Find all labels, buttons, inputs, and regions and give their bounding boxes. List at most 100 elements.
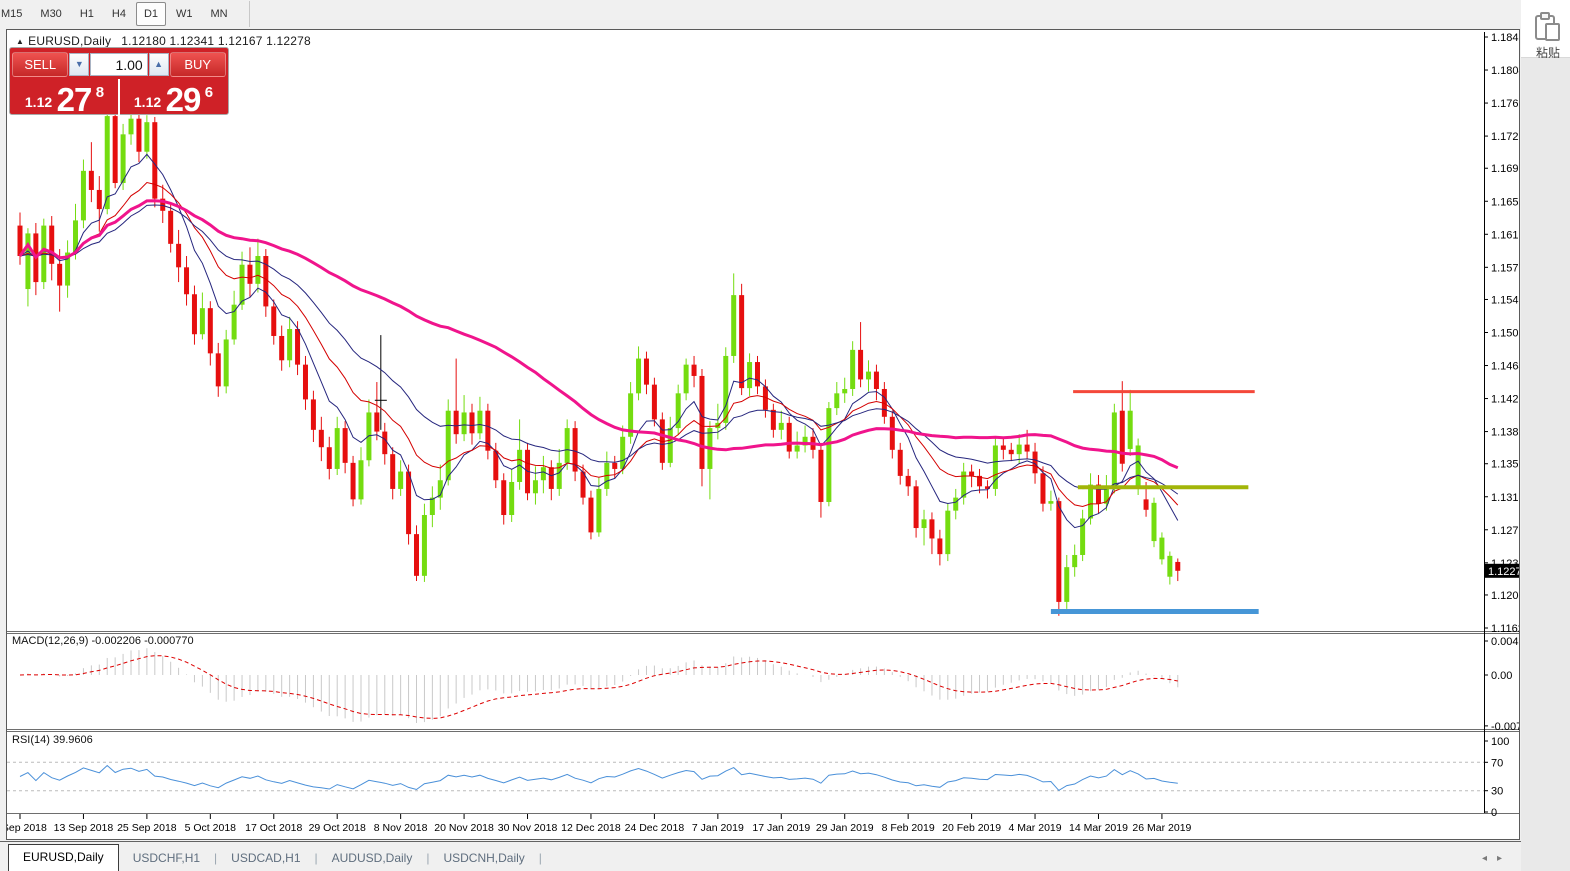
svg-text:1.12750: 1.12750	[1491, 525, 1519, 537]
svg-text:29 Oct 2018: 29 Oct 2018	[309, 822, 366, 834]
svg-text:8 Nov 2018: 8 Nov 2018	[374, 822, 428, 834]
svg-text:20 Nov 2018: 20 Nov 2018	[434, 822, 494, 834]
svg-text:0: 0	[1491, 807, 1497, 819]
timeframe-button-w1[interactable]: W1	[168, 2, 201, 26]
buy-price-pip: 6	[205, 84, 213, 101]
one-click-trade-panel: SELL ▼ 1.00 ▲ BUY 1.12 27 8 1.12 29 6	[9, 47, 229, 115]
panel-separators	[7, 632, 1519, 814]
paste-label: 粘贴	[1536, 44, 1560, 58]
rsi-label: RSI(14) 39.9606	[12, 734, 93, 746]
hline-objects[interactable]	[1051, 392, 1259, 612]
timeframe-button-h4[interactable]: H4	[104, 2, 134, 26]
svg-text:1.15020: 1.15020	[1491, 327, 1519, 339]
buy-button[interactable]: BUY	[170, 52, 226, 77]
current-price-badge: 1.12278	[1485, 564, 1519, 578]
svg-text:1.12278: 1.12278	[1488, 566, 1519, 578]
svg-text:7 Jan 2019: 7 Jan 2019	[692, 822, 744, 834]
svg-text:5 Oct 2018: 5 Oct 2018	[185, 822, 237, 834]
tab-usdchf-h1[interactable]: USDCHF,H1	[119, 847, 214, 871]
sell-price-base: 1.12	[25, 94, 52, 110]
svg-text:1.15400: 1.15400	[1491, 294, 1519, 306]
sell-price-big: 27	[57, 81, 92, 118]
sell-price-pip: 8	[96, 84, 104, 101]
timeframe-button-mn[interactable]: MN	[203, 2, 236, 26]
svg-text:100: 100	[1491, 736, 1509, 748]
svg-text:30 Nov 2018: 30 Nov 2018	[498, 822, 558, 834]
volume-input[interactable]: 1.00	[90, 53, 147, 76]
svg-text:0.00: 0.00	[1491, 670, 1512, 682]
svg-text:4 Mar 2019: 4 Mar 2019	[1008, 822, 1061, 834]
macd-label: MACD(12,26,9) -0.002206 -0.000770	[12, 635, 194, 647]
svg-text:3 Sep 2018: 3 Sep 2018	[7, 822, 47, 834]
svg-text:1.11620: 1.11620	[1491, 623, 1519, 635]
chart-window: 1.18420 1.18040 1.17660 1.17280 1.16910 1.165…	[6, 29, 1520, 840]
svg-text:-0.007087: -0.007087	[1491, 721, 1519, 733]
date-axis: 3 Sep 2018 13 Sep 201825 Sep 2018 5 Oct 20…	[7, 814, 1192, 834]
svg-text:1.14260: 1.14260	[1491, 394, 1519, 406]
chart-symbol-label: EURUSD,Daily	[28, 34, 111, 48]
svg-text:30: 30	[1491, 786, 1503, 798]
svg-text:1.17280: 1.17280	[1491, 131, 1519, 143]
buy-price-base: 1.12	[134, 94, 161, 110]
buy-price[interactable]: 1.12 29 6	[121, 79, 226, 117]
trading-terminal: { "toolbar": { "timeframes": ["M15","M30…	[0, 0, 1570, 871]
symbol-tabbar: EURUSD,DailyUSDCHF,H1|USDCAD,H1|AUDUSD,D…	[0, 841, 1521, 871]
paste-tool[interactable]: 粘贴	[1534, 12, 1570, 58]
tab-divider: |	[539, 847, 542, 871]
svg-text:1.12000: 1.12000	[1491, 590, 1519, 602]
svg-text:0.004735: 0.004735	[1491, 636, 1519, 648]
timeframe-toolbar: M15M30H1H4D1W1MN	[0, 0, 1570, 28]
svg-text:1.13880: 1.13880	[1491, 427, 1519, 439]
rsi-layer	[7, 762, 1484, 790]
collapse-icon[interactable]: ▲	[16, 37, 24, 46]
svg-text:1.13510: 1.13510	[1491, 459, 1519, 471]
svg-text:14 Mar 2019: 14 Mar 2019	[1069, 822, 1128, 834]
svg-text:29 Jan 2019: 29 Jan 2019	[816, 822, 874, 834]
timeframe-button-m15[interactable]: M15	[0, 2, 30, 26]
timeframe-button-m30[interactable]: M30	[32, 2, 69, 26]
price-axis: 1.18420 1.18040 1.17660 1.17280 1.16910 1.165…	[1484, 32, 1519, 819]
svg-text:1.16910: 1.16910	[1491, 163, 1519, 175]
price-divider	[118, 79, 120, 117]
clipboard-paste-icon	[1534, 12, 1560, 42]
tab-usdcad-h1[interactable]: USDCAD,H1	[217, 847, 314, 871]
svg-text:26 Mar 2019: 26 Mar 2019	[1132, 822, 1191, 834]
svg-text:1.14640: 1.14640	[1491, 361, 1519, 373]
moving-averages-layer	[20, 154, 1178, 527]
timeframe-button-h1[interactable]: H1	[72, 2, 102, 26]
price-chart[interactable]: 1.18420 1.18040 1.17660 1.17280 1.16910 1.165…	[7, 30, 1519, 839]
tab-scroll-left-icon[interactable]: ◂	[1482, 853, 1497, 864]
buy-price-big: 29	[166, 81, 201, 118]
svg-text:8 Feb 2019: 8 Feb 2019	[882, 822, 935, 834]
svg-text:17 Oct 2018: 17 Oct 2018	[245, 822, 302, 834]
volume-up-button[interactable]: ▲	[149, 53, 169, 76]
svg-text:1.16150: 1.16150	[1491, 229, 1519, 241]
tab-eurusd-daily[interactable]: EURUSD,Daily	[8, 844, 119, 871]
tab-audusd-daily[interactable]: AUDUSD,Daily	[318, 847, 427, 871]
svg-text:24 Dec 2018: 24 Dec 2018	[625, 822, 685, 834]
svg-text:17 Jan 2019: 17 Jan 2019	[752, 822, 810, 834]
volume-down-button[interactable]: ▼	[69, 53, 89, 76]
chart-header: ▲ EURUSD,Daily 1.12180 1.12341 1.12167 1.1…	[16, 34, 311, 48]
macd-layer	[20, 648, 1178, 723]
candles-layer	[18, 108, 1181, 616]
sell-price[interactable]: 1.12 27 8	[12, 79, 117, 117]
svg-text:1.18420: 1.18420	[1491, 32, 1519, 44]
svg-text:1.16530: 1.16530	[1491, 196, 1519, 208]
svg-text:1.15770: 1.15770	[1491, 262, 1519, 274]
svg-text:20 Feb 2019: 20 Feb 2019	[942, 822, 1001, 834]
sell-button[interactable]: SELL	[12, 52, 68, 77]
svg-text:1.17660: 1.17660	[1491, 98, 1519, 110]
svg-text:1.18040: 1.18040	[1491, 65, 1519, 77]
chart-ohlc-values: 1.12180 1.12341 1.12167 1.12278	[121, 34, 311, 48]
svg-text:12 Dec 2018: 12 Dec 2018	[561, 822, 621, 834]
side-panel	[1521, 0, 1570, 871]
svg-text:25 Sep 2018: 25 Sep 2018	[117, 822, 177, 834]
tab-scroll-arrows[interactable]: ◂▸	[1482, 853, 1512, 864]
tab-scroll-right-icon[interactable]: ▸	[1497, 853, 1512, 864]
svg-text:13 Sep 2018: 13 Sep 2018	[54, 822, 114, 834]
tab-usdcnh-daily[interactable]: USDCNH,Daily	[429, 847, 538, 871]
svg-text:70: 70	[1491, 757, 1503, 769]
toolbar-separator	[249, 1, 250, 27]
timeframe-button-d1[interactable]: D1	[136, 2, 166, 26]
